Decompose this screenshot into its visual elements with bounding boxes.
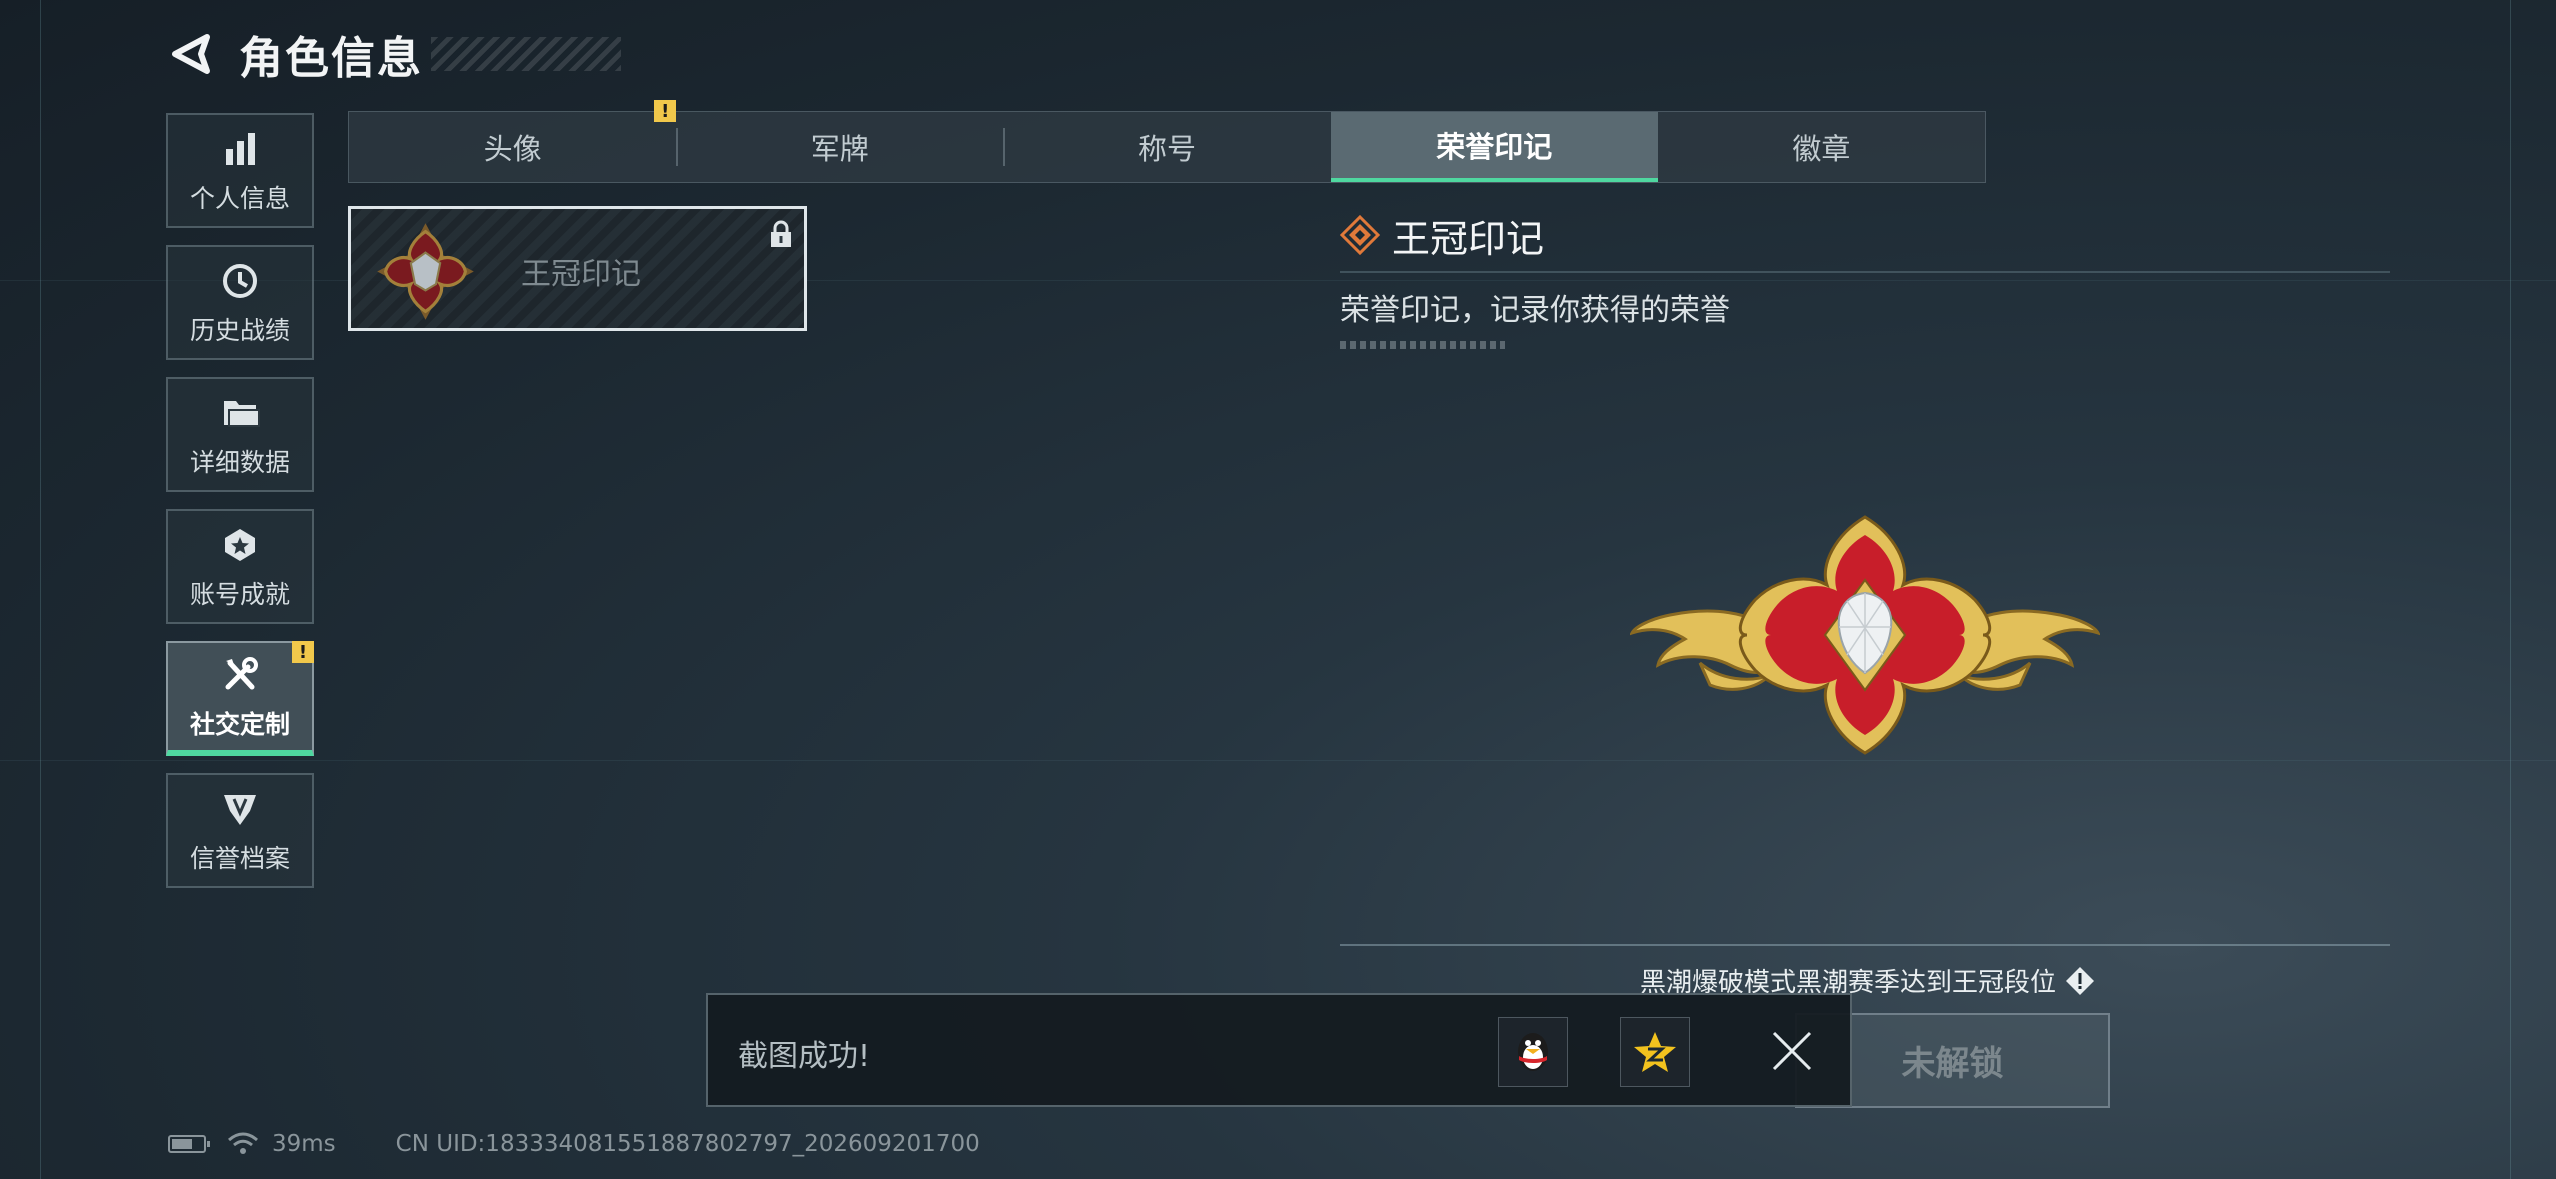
seal-list-item[interactable]: 王冠印记	[348, 206, 807, 331]
tab-title[interactable]: 称号	[1003, 112, 1330, 182]
sidebar-item-label: 详细数据	[189, 447, 290, 477]
sidebar-item-label: 账号成就	[189, 579, 290, 609]
tab-badge[interactable]: 徽章	[1658, 112, 1985, 182]
sidebar-item-label: 历史战绩	[189, 315, 290, 345]
tab-label: 荣誉印记	[1436, 130, 1553, 164]
tab-avatar[interactable]: 头像 !	[349, 100, 677, 182]
share-qq-button[interactable]	[1498, 1017, 1568, 1087]
seal-detail-panel: 王冠印记 荣誉印记，记录你获得的荣誉	[1340, 205, 2390, 349]
sidebar-item-label: 个人信息	[189, 183, 290, 213]
tab-honor-seal[interactable]: 荣誉印记	[1330, 112, 1658, 182]
tab-label: 头像	[483, 132, 542, 166]
crown-seal-thumbnail	[377, 223, 474, 320]
sidebar: 个人信息 历史战绩 详细数据 账号成就 ! 社交定制 信誉档案	[166, 113, 316, 905]
page-title: 角色信息	[239, 33, 423, 84]
achievement-medal-icon	[218, 523, 262, 567]
seal-diamond-icon	[1340, 215, 1380, 255]
seal-detail-name: 王冠印记	[1392, 216, 1545, 261]
sidebar-item-detail-data[interactable]: 详细数据	[166, 377, 314, 492]
share-qzone-button[interactable]	[1620, 1017, 1690, 1087]
crown-seal-preview	[1630, 515, 2100, 755]
ping-text: 39ms	[272, 1131, 336, 1157]
status-bar: 39ms CN UID:183334081551887802797_202609…	[168, 1124, 980, 1164]
sidebar-item-label: 信誉档案	[189, 843, 290, 873]
tab-label: 称号	[1138, 132, 1197, 166]
battery-icon	[168, 1135, 210, 1153]
sidebar-item-social-custom[interactable]: ! 社交定制	[166, 641, 314, 756]
clock-history-icon	[218, 259, 262, 303]
seal-detail-description: 荣誉印记，记录你获得的荣誉	[1340, 293, 1730, 328]
chevron-left-icon	[172, 34, 210, 74]
close-icon[interactable]	[1770, 1029, 1814, 1073]
tab-label: 军牌	[810, 132, 869, 166]
info-diamond-icon[interactable]	[2064, 965, 2096, 997]
category-tabs: 头像 ! 军牌 称号 荣誉印记 徽章	[348, 100, 1986, 183]
sidebar-item-achievements[interactable]: 账号成就	[166, 509, 314, 624]
folder-icon	[218, 391, 262, 435]
credit-shield-icon	[218, 787, 262, 831]
unlock-button-label: 未解锁	[1901, 1044, 2004, 1084]
screenshot-toast: 截图成功!	[706, 993, 1852, 1107]
sidebar-item-credit-file[interactable]: 信誉档案	[166, 773, 314, 888]
tab-dog-tag[interactable]: 军牌	[676, 112, 1003, 182]
sidebar-item-history[interactable]: 历史战绩	[166, 245, 314, 360]
divider	[1340, 271, 2390, 273]
tools-wrench-icon	[218, 653, 262, 697]
uid-text: CN UID:183334081551887802797_20260920170…	[395, 1131, 980, 1157]
sidebar-item-label: 社交定制	[189, 709, 290, 739]
back-button[interactable]	[165, 26, 215, 82]
lock-icon	[771, 220, 791, 247]
title-decoration	[431, 37, 621, 71]
sidebar-item-personal-info[interactable]: 个人信息	[166, 113, 314, 228]
bar-chart-icon	[218, 127, 262, 171]
wifi-icon	[228, 1132, 258, 1154]
toast-message: 截图成功!	[738, 1039, 871, 1074]
divider	[1340, 944, 2390, 946]
qq-penguin-icon	[1518, 1033, 1548, 1071]
blurred-text	[1340, 341, 1505, 349]
alert-badge: !	[292, 641, 314, 663]
alert-badge: !	[654, 100, 677, 122]
seal-item-name: 王冠印记	[521, 257, 641, 292]
qzone-star-icon	[1634, 1032, 1676, 1072]
page-header: 角色信息	[165, 22, 621, 86]
tab-label: 徽章	[1792, 132, 1851, 166]
